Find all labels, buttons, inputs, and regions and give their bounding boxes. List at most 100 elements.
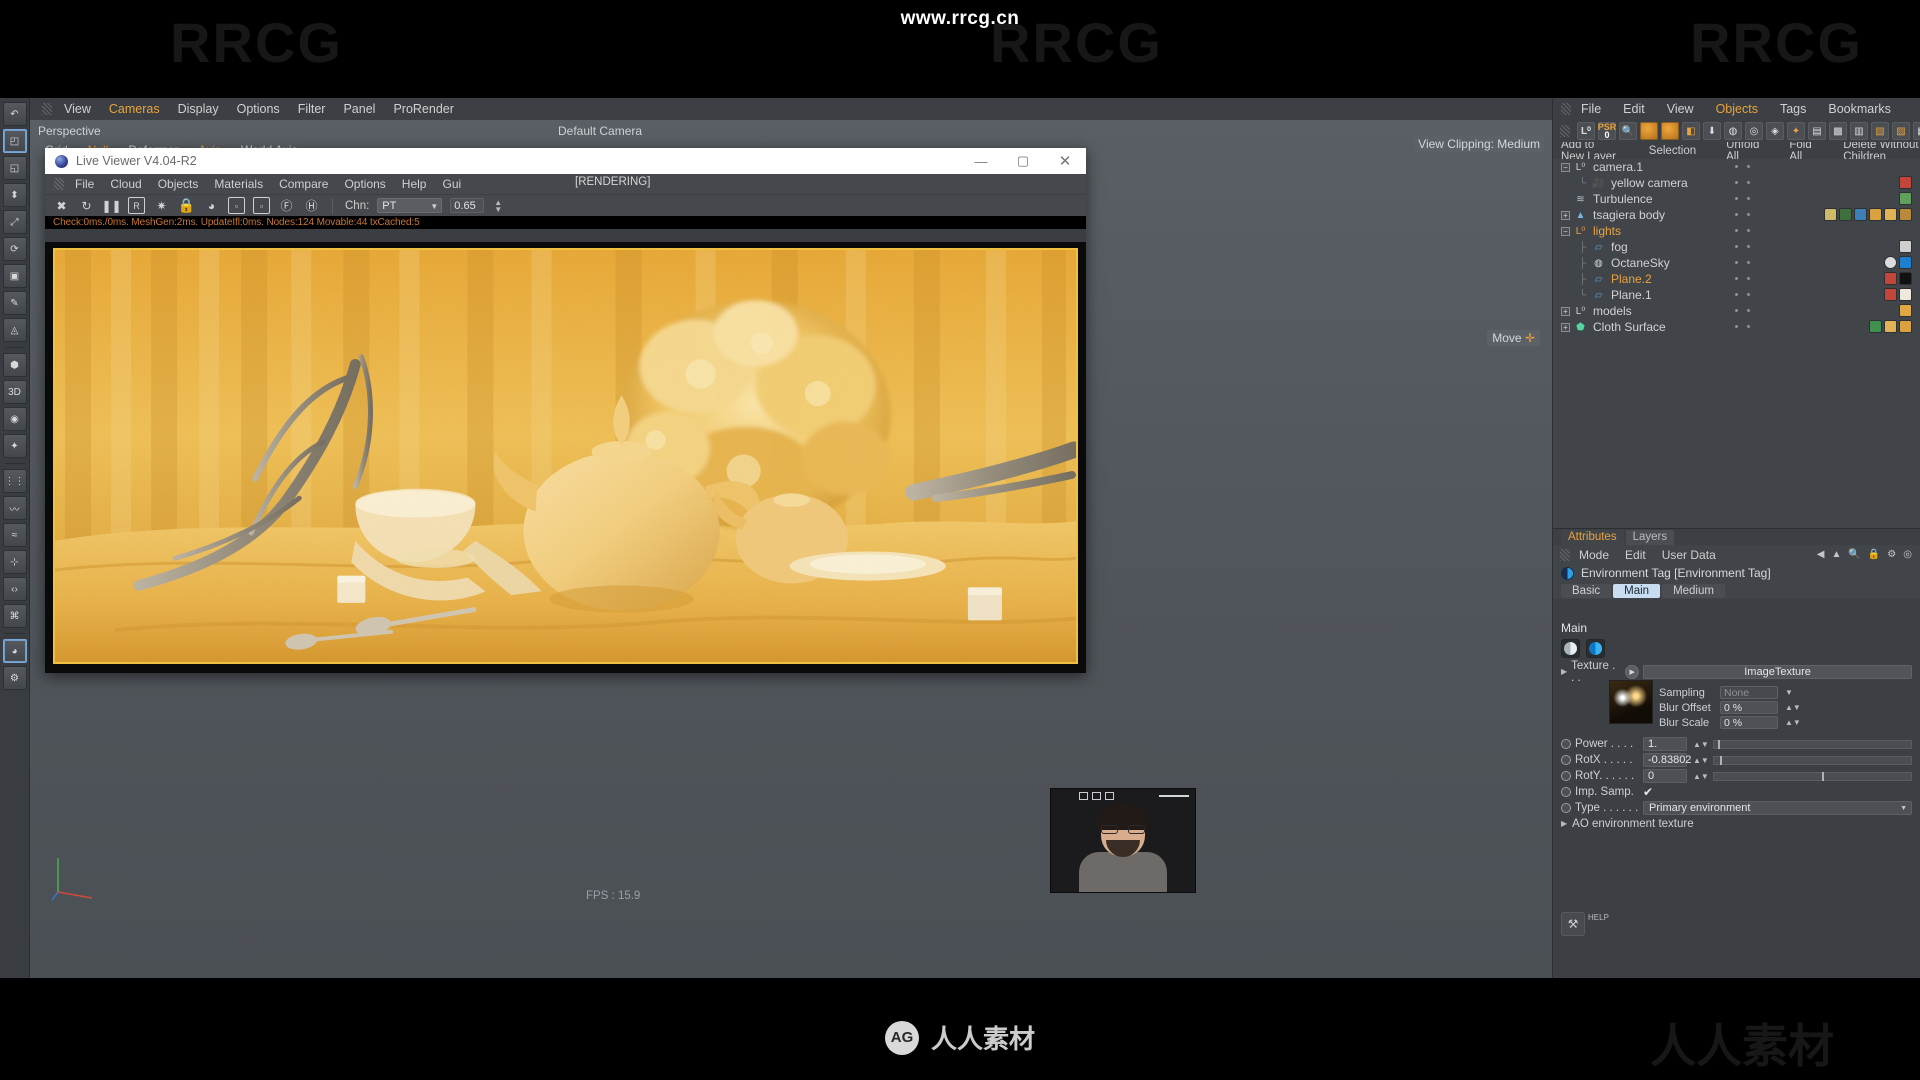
power-stepper[interactable]: ▲▼ [1693, 740, 1709, 748]
lv-menu-help[interactable]: Help [402, 177, 427, 191]
visibility-dots[interactable] [1735, 245, 1750, 248]
rotate-tool-icon[interactable]: ⟳ [2, 237, 27, 261]
checker-tag-icon[interactable] [1899, 240, 1912, 253]
om-menu-file[interactable]: File [1581, 102, 1601, 116]
blur-offset-field[interactable]: 0 % [1720, 701, 1778, 714]
visibility-dots[interactable] [1735, 277, 1750, 280]
rotx-stepper[interactable]: ▲▼ [1693, 756, 1709, 764]
viewport-menu-prorender[interactable]: ProRender [393, 102, 453, 116]
expander-minus-icon[interactable]: − [1561, 162, 1570, 172]
rotx-keyframe-icon[interactable] [1561, 755, 1571, 765]
visibility-dots[interactable] [1735, 309, 1750, 312]
subtab-medium[interactable]: Medium [1662, 583, 1725, 598]
type-select[interactable]: Primary environment ▼ [1643, 801, 1912, 815]
phong-tag-icon[interactable] [1899, 320, 1912, 333]
minimize-button[interactable]: — [960, 148, 1002, 174]
visibility-dots[interactable] [1735, 325, 1750, 328]
undo-icon[interactable]: ↶ [2, 102, 27, 126]
om-menu-tags[interactable]: Tags [1780, 102, 1806, 116]
object-row-octanesky[interactable]: ├ ◍ OctaneSky [1553, 255, 1920, 271]
simulation-icon[interactable]: ≈ [2, 523, 27, 547]
stop-render-icon[interactable]: ✖ [53, 197, 70, 214]
expander-plus-icon[interactable]: + [1561, 322, 1570, 332]
octane-light-icon[interactable]: ✦ [1787, 122, 1805, 140]
om-menu-edit[interactable]: Edit [1623, 102, 1645, 116]
object-row-plane-1[interactable]: └ ▱ Plane.1 [1553, 287, 1920, 303]
lock-icon[interactable]: 🔒 [1868, 549, 1880, 560]
object-tree[interactable]: − L⁰ camera.1 └ 🎥 yellow camera ≋ Turbul… [1553, 159, 1920, 528]
settings-gear-icon[interactable]: ✷ [153, 197, 170, 214]
layout-c-icon[interactable]: ▨ [1892, 122, 1910, 140]
environment-icon[interactable]: 3D [2, 380, 27, 404]
layout-a-icon[interactable]: ▥ [1850, 122, 1868, 140]
visibility-dots[interactable] [1735, 293, 1750, 296]
environment-tag-selected-icon[interactable] [1899, 256, 1912, 269]
octane-scatter-tag-icon[interactable] [1854, 208, 1867, 221]
menu-grip-icon[interactable] [42, 103, 52, 115]
ao-environment-row[interactable]: ▶ AO environment texture [1553, 816, 1920, 831]
octane-camera-tag-icon[interactable] [1899, 176, 1912, 189]
texture-thumbnail[interactable] [1609, 680, 1653, 724]
octane-node-icon[interactable]: ◈ [1766, 122, 1784, 140]
rotx-field[interactable]: -0.83802 [1643, 753, 1691, 767]
pin-icon[interactable]: ◎ [1903, 549, 1912, 560]
object-row-lights[interactable]: − L⁰ lights [1553, 223, 1920, 239]
blur-offset-stepper[interactable]: ▲▼ [1785, 704, 1801, 712]
menu-grip-icon[interactable] [1560, 549, 1570, 561]
generator-icon[interactable]: ◬ [2, 318, 27, 342]
cube-primitive-icon[interactable]: ▣ [2, 264, 27, 288]
octane-settings-icon[interactable]: ⚙ [2, 666, 27, 690]
material-tag-icon[interactable] [1884, 320, 1897, 333]
exposure-field[interactable]: 0.65 [450, 198, 485, 213]
environment-swatch-blue-icon[interactable] [1586, 639, 1605, 658]
material-sphere-icon[interactable]: ◕ [203, 197, 220, 214]
back-arrow-icon[interactable]: ◀ [1817, 549, 1825, 560]
object-row-fog[interactable]: ├ ▱ fog [1553, 239, 1920, 255]
object-row-yellow-camera[interactable]: └ 🎥 yellow camera [1553, 175, 1920, 191]
am-menu-mode[interactable]: Mode [1579, 548, 1609, 562]
power-keyframe-icon[interactable] [1561, 739, 1571, 749]
tag-strip[interactable] [1884, 272, 1912, 285]
rotx-slider[interactable] [1712, 755, 1912, 765]
tag-strip[interactable] [1869, 320, 1912, 333]
imp-samp-keyframe-icon[interactable] [1561, 787, 1571, 797]
octane-settings-icon[interactable]: ◎ [1745, 122, 1763, 140]
octane-camera-icon[interactable]: ◧ [1682, 122, 1700, 140]
subtab-main[interactable]: Main [1613, 583, 1661, 598]
focus-pick-icon[interactable]: Ⓕ [278, 197, 295, 214]
visibility-dots[interactable] [1735, 181, 1750, 184]
material-tag-icon[interactable] [1869, 208, 1882, 221]
roty-field[interactable]: 0 [1643, 769, 1687, 783]
visibility-dots[interactable] [1735, 213, 1750, 216]
visibility-dots[interactable] [1735, 165, 1750, 168]
select-object-icon[interactable]: ◰ [2, 129, 27, 153]
layer-zero-icon[interactable]: L⁰ [1577, 122, 1595, 140]
mograph-icon[interactable]: ⋮⋮ [2, 469, 27, 493]
roty-slider[interactable] [1712, 771, 1912, 781]
roty-stepper[interactable]: ▲▼ [1693, 772, 1709, 780]
viewport-menu-cameras[interactable]: Cameras [109, 102, 160, 116]
sampling-value-field[interactable]: None [1720, 686, 1778, 699]
environment-swatch-grey-icon[interactable] [1561, 639, 1580, 658]
tag-strip[interactable] [1884, 288, 1912, 301]
visibility-dots[interactable] [1735, 229, 1750, 232]
object-row-turbulence[interactable]: ≋ Turbulence [1553, 191, 1920, 207]
type-keyframe-icon[interactable] [1561, 803, 1571, 813]
subtab-basic[interactable]: Basic [1561, 583, 1612, 598]
menu-grip-icon[interactable] [54, 178, 64, 190]
sampling-dropdown-icon[interactable]: ▼ [1785, 689, 1793, 697]
lv-menu-objects[interactable]: Objects [158, 177, 199, 191]
live-selection-icon[interactable]: ◱ [2, 156, 27, 180]
search-icon[interactable]: 🔍 [1848, 549, 1860, 560]
menu-grip-icon[interactable] [1561, 103, 1571, 115]
render-canvas[interactable] [45, 242, 1086, 673]
octane-tag-icon[interactable] [1640, 122, 1658, 140]
move-tool-icon[interactable]: ⬍ [2, 183, 27, 207]
octane-object-tag-icon[interactable] [1869, 320, 1882, 333]
om-menu-view[interactable]: View [1667, 102, 1694, 116]
om-menu-bookmarks[interactable]: Bookmarks [1828, 102, 1891, 116]
motion-tracker-icon[interactable]: ⊹ [2, 550, 27, 574]
tag-strip[interactable] [1899, 240, 1912, 253]
tag-strip[interactable] [1884, 256, 1912, 269]
toolbar-grip-icon[interactable] [1560, 125, 1570, 137]
